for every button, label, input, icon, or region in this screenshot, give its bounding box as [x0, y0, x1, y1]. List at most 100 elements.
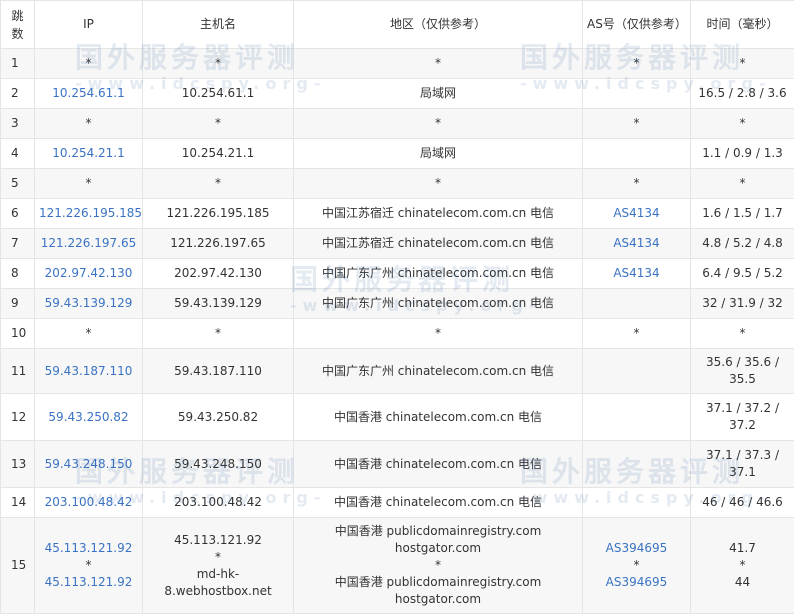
cell-hostname: 203.100.48.42 [142, 487, 294, 518]
cell-region: * [293, 318, 583, 349]
cell-time: 37.1 / 37.3 / 37.1 [690, 440, 794, 488]
hop-number: 7 [11, 236, 19, 250]
table-row: 13 59.43.248.150 59.43.248.150 中国香港 chinate… [0, 440, 794, 488]
table-row: 8 202.97.42.130 202.97.42.130 中国广东广州 chinat… [0, 258, 794, 289]
hop-number: 1 [11, 56, 19, 70]
header-ip: IP [34, 0, 143, 49]
host-text: * [215, 326, 221, 340]
as-text: * [633, 56, 640, 70]
ip-link[interactable]: 121.226.197.65 [39, 235, 138, 252]
region-text: 中国广东广州 chinatelecom.com.cn 电信 [321, 363, 555, 378]
cell-time: 41.7 * 44 [690, 517, 794, 614]
region-text: * [435, 56, 441, 70]
time-text: 37.1 / 37.2 / [706, 401, 779, 415]
cell-hostname: 121.226.195.185 [142, 198, 294, 229]
as-link[interactable]: AS4134 [587, 235, 686, 252]
cell-hostname: * [142, 318, 294, 349]
region-text: 局域网 [419, 146, 456, 160]
ip-link[interactable]: 121.226.195.185 [39, 205, 142, 222]
ip-text: * [85, 558, 92, 572]
region-text: * [435, 116, 441, 130]
cell-ip: * [34, 108, 143, 139]
time-text: 1.1 / 0.9 / 1.3 [702, 146, 783, 160]
as-link[interactable]: AS394695 [587, 574, 686, 591]
cell-hostname: 121.226.197.65 [142, 228, 294, 259]
cell-hostname: 59.43.139.129 [142, 288, 294, 319]
hop-number: 2 [11, 86, 19, 100]
host-text: * [215, 176, 221, 190]
as-text: * [633, 116, 640, 130]
cell-ip: * [34, 168, 143, 199]
region-text: 中国香港 chinatelecom.com.cn 电信 [333, 409, 543, 424]
time-text: * [739, 56, 746, 70]
time-text: * [739, 558, 746, 572]
cell-ip: * [34, 318, 143, 349]
cell-time: 6.4 / 9.5 / 5.2 [690, 258, 794, 289]
host-text: 45.113.121.92 [174, 532, 262, 547]
as-link[interactable]: AS394695 [587, 540, 686, 557]
ip-text: * [85, 116, 92, 130]
ip-link[interactable]: 10.254.21.1 [39, 145, 138, 162]
time-text: * [739, 176, 746, 190]
hop-number: 5 [11, 176, 19, 190]
as-text: * [633, 558, 640, 572]
cell-hop: 12 [0, 393, 35, 441]
cell-region: 中国香港 chinatelecom.com.cn 电信 [293, 440, 583, 488]
header-as: AS号（仅供参考） [582, 0, 691, 49]
cell-ip: * [34, 48, 143, 79]
cell-as: * [582, 318, 691, 349]
time-text: 41.7 [729, 541, 756, 555]
as-text: * [633, 326, 640, 340]
cell-ip: 121.226.195.185 [34, 198, 143, 229]
hop-number: 9 [11, 296, 19, 310]
ip-link[interactable]: 59.43.250.82 [39, 409, 138, 426]
ip-link[interactable]: 203.100.48.42 [39, 494, 138, 511]
cell-hostname: 45.113.121.92 * md-hk- 8.webhostbox.net [142, 517, 294, 614]
cell-hop: 15 [0, 517, 35, 614]
time-text: 44 [734, 575, 751, 589]
ip-link[interactable]: 45.113.121.92 [39, 540, 138, 557]
hop-number: 6 [11, 206, 19, 220]
cell-hostname: * [142, 48, 294, 79]
cell-region: 中国香港 chinatelecom.com.cn 电信 [293, 487, 583, 518]
table-row: 1 * * * * * [0, 48, 794, 79]
cell-ip: 59.43.248.150 [34, 440, 143, 488]
cell-hostname: 10.254.21.1 [142, 138, 294, 169]
cell-ip: 59.43.250.82 [34, 393, 143, 441]
cell-hop: 1 [0, 48, 35, 79]
host-text: * [215, 116, 221, 130]
table-row: 9 59.43.139.129 59.43.139.129 中国广东广州 chinat… [0, 288, 794, 319]
as-link[interactable]: AS4134 [587, 265, 686, 282]
as-link[interactable]: AS4134 [587, 205, 686, 222]
ip-link[interactable]: 202.97.42.130 [39, 265, 138, 282]
cell-hop: 10 [0, 318, 35, 349]
host-text: * [215, 549, 221, 564]
table-row: 14 203.100.48.42 203.100.48.42 中国香港 chinate… [0, 487, 794, 518]
host-text: 59.43.250.82 [177, 409, 259, 424]
ip-link[interactable]: 59.43.187.110 [39, 363, 138, 380]
cell-hop: 7 [0, 228, 35, 259]
time-text: 35.5 [729, 372, 756, 386]
table-header-row: 跳数 IP 主机名 地区（仅供参考） AS号（仅供参考） 时间（毫秒） [0, 0, 794, 49]
ip-link[interactable]: 45.113.121.92 [39, 574, 138, 591]
header-hop: 跳数 [0, 0, 35, 49]
ip-link[interactable]: 59.43.139.129 [39, 295, 138, 312]
time-text: 4.8 / 5.2 / 4.8 [702, 236, 783, 250]
time-text: 1.6 / 1.5 / 1.7 [702, 206, 783, 220]
region-text: 局域网 [419, 86, 456, 100]
ip-link[interactable]: 59.43.248.150 [39, 456, 138, 473]
cell-as [582, 138, 691, 169]
cell-time: * [690, 48, 794, 79]
region-text: 中国广东广州 chinatelecom.com.cn 电信 [321, 296, 555, 310]
host-text: * [215, 56, 221, 70]
ip-text: * [85, 326, 92, 340]
region-text: 中国香港 publicdomainregistry.com [334, 524, 542, 538]
hop-number: 15 [11, 558, 27, 572]
cell-as: * [582, 168, 691, 199]
cell-ip: 121.226.197.65 [34, 228, 143, 259]
cell-region: * [293, 108, 583, 139]
cell-region: * [293, 168, 583, 199]
cell-time: * [690, 168, 794, 199]
hop-number: 10 [11, 326, 27, 340]
ip-link[interactable]: 10.254.61.1 [39, 85, 138, 102]
